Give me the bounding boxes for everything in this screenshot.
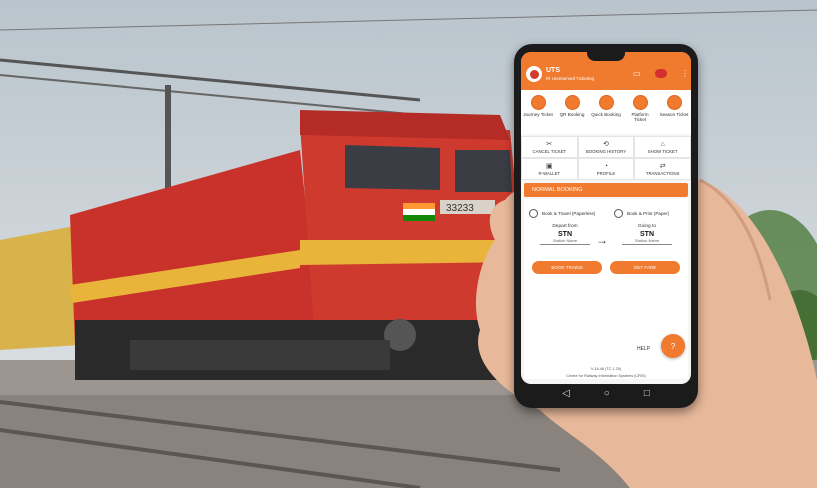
depart-name: Station Name bbox=[540, 238, 590, 245]
r-wallet-button[interactable]: ▣ R-WALLET bbox=[521, 158, 578, 180]
show-ticket-button[interactable]: ⌂ SHOW TICKET bbox=[634, 136, 691, 158]
cell-label: PROFILE bbox=[596, 170, 616, 176]
get-fare-button[interactable]: GET FARE bbox=[610, 261, 680, 274]
going-station-field[interactable]: Going to STN Station Name bbox=[622, 224, 672, 245]
photo-scene: 33233 UTS IR Unreserved Ticketing ▭ ⋮ Jo… bbox=[0, 0, 817, 488]
tile-qr-booking[interactable]: QR Booking bbox=[555, 90, 589, 134]
footer-credit: Centre for Railway Information Systems (… bbox=[566, 374, 646, 378]
transactions-icon: ⇄ bbox=[659, 162, 666, 170]
smartphone: UTS IR Unreserved Ticketing ▭ ⋮ Journey … bbox=[514, 44, 698, 408]
more-icon[interactable]: ⋮ bbox=[681, 69, 689, 78]
tile-label: Season Ticket bbox=[659, 112, 689, 117]
app-version: V-16.46 (TC 1.20) bbox=[590, 367, 622, 371]
radio-circle-icon bbox=[614, 209, 623, 218]
journey-icon bbox=[530, 95, 546, 110]
paperless-radio[interactable]: Book & Travel (Paperless) bbox=[529, 209, 595, 218]
profile-icon: ◔ bbox=[603, 162, 609, 170]
notification-icon[interactable] bbox=[655, 69, 667, 78]
platform-icon bbox=[632, 95, 648, 110]
booking-history-button[interactable]: ⟲ BOOKING HISTORY bbox=[577, 136, 635, 158]
cast-icon[interactable]: ▭ bbox=[633, 69, 641, 78]
radio-label: Book & Print (Paper) bbox=[627, 211, 670, 216]
tile-label: Journey Ticket bbox=[523, 112, 553, 117]
profile-button[interactable]: ◔ PROFILE bbox=[577, 158, 635, 180]
android-nav-bar: ◁ ○ □ bbox=[521, 386, 691, 402]
tile-label: Platform Ticket bbox=[631, 112, 649, 122]
going-code: STN bbox=[640, 231, 654, 238]
transactions-button[interactable]: ⇄ TRANSACTIONS bbox=[634, 158, 691, 180]
depart-code: STN bbox=[558, 231, 572, 238]
ticket-type-tiles: Journey Ticket QR Booking Quick Booking … bbox=[521, 90, 691, 134]
ticket-icon: ⌂ bbox=[660, 140, 665, 148]
cell-label: BOOKING HISTORY bbox=[585, 148, 627, 154]
radio-circle-icon bbox=[529, 209, 538, 218]
history-icon: ⟲ bbox=[603, 140, 609, 148]
scissors-icon: ✂ bbox=[546, 140, 553, 148]
quick-icon bbox=[598, 95, 614, 110]
section-title: NORMAL BOOKING bbox=[532, 187, 583, 193]
help-icon: ? bbox=[670, 341, 676, 351]
phone-screen: UTS IR Unreserved Ticketing ▭ ⋮ Journey … bbox=[521, 52, 691, 384]
book-trains-button[interactable]: BOOK TRAINS bbox=[532, 261, 602, 274]
depart-station-field[interactable]: Depart from STN Station Name bbox=[540, 224, 590, 245]
help-fab-button[interactable]: ? bbox=[661, 334, 685, 358]
cancel-ticket-button[interactable]: ✂ CANCEL TICKET bbox=[521, 136, 578, 158]
uts-logo-icon bbox=[526, 66, 542, 82]
recents-icon[interactable]: □ bbox=[644, 389, 650, 399]
tile-label: QR Booking bbox=[559, 112, 585, 117]
going-name: Station Name bbox=[622, 238, 672, 245]
cell-label: CANCEL TICKET bbox=[532, 148, 567, 154]
app-subtitle: IR Unreserved Ticketing bbox=[546, 76, 595, 81]
camera-notch bbox=[587, 52, 625, 61]
tile-season-ticket[interactable]: Season Ticket bbox=[657, 90, 691, 134]
going-label: Going to bbox=[637, 224, 657, 229]
season-icon bbox=[666, 95, 682, 110]
cell-label: R-WALLET bbox=[538, 170, 561, 176]
app-title: UTS bbox=[546, 67, 560, 74]
depart-label: Depart from bbox=[552, 224, 578, 229]
paper-radio[interactable]: Book & Print (Paper) bbox=[614, 209, 669, 218]
train-number: 33233 bbox=[446, 203, 474, 214]
cell-label: SHOW TICKET bbox=[647, 148, 678, 154]
quick-actions-grid: ✂ CANCEL TICKET ⟲ BOOKING HISTORY ⌂ SHOW… bbox=[521, 136, 691, 180]
tile-label: Quick Booking bbox=[591, 112, 621, 117]
tile-quick-booking[interactable]: Quick Booking bbox=[589, 90, 623, 134]
cell-label: TRANSACTIONS bbox=[645, 170, 680, 176]
tile-platform-ticket[interactable]: Platform Ticket bbox=[623, 90, 657, 134]
back-icon[interactable]: ◁ bbox=[562, 389, 570, 399]
normal-booking-header: NORMAL BOOKING bbox=[524, 183, 688, 197]
home-icon[interactable]: ○ bbox=[604, 389, 610, 399]
tile-journey-ticket[interactable]: Journey Ticket bbox=[521, 90, 555, 134]
app-header: UTS IR Unreserved Ticketing ▭ ⋮ bbox=[521, 52, 691, 90]
arrow-right-icon: → bbox=[596, 233, 608, 247]
wallet-icon: ▣ bbox=[546, 162, 553, 170]
qr-icon bbox=[564, 95, 580, 110]
booking-card: Book & Travel (Paperless) Book & Print (… bbox=[524, 199, 688, 379]
radio-label: Book & Travel (Paperless) bbox=[542, 211, 596, 216]
help-label: HELP bbox=[637, 346, 651, 352]
